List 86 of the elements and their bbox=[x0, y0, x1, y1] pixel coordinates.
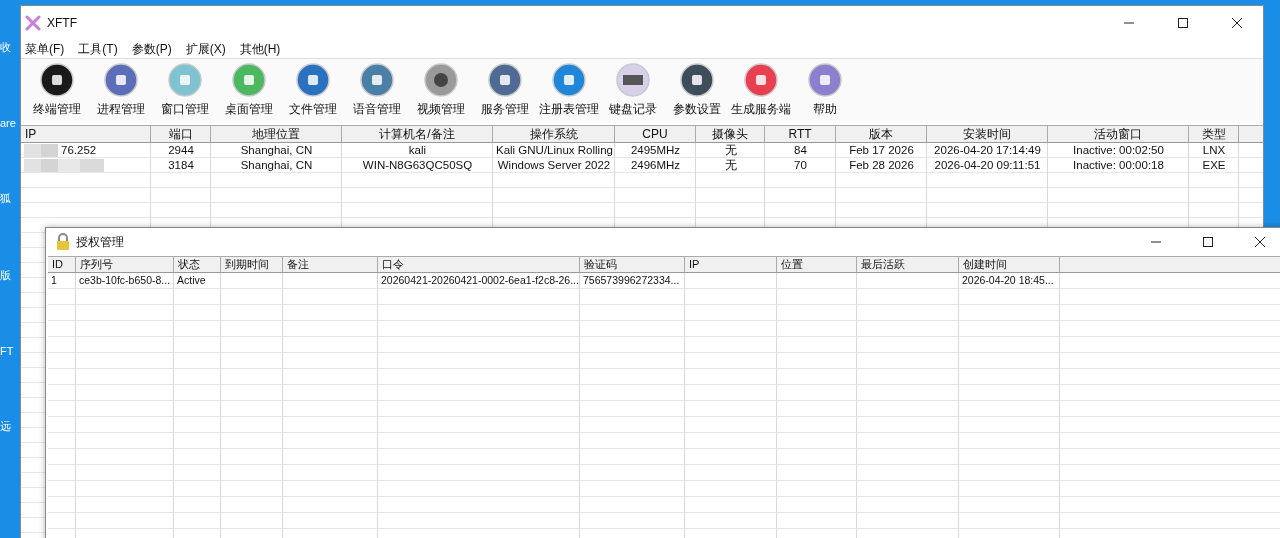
table-cell: 756573996272334... bbox=[583, 274, 680, 286]
toolbar-button[interactable]: 键盘记录 bbox=[601, 63, 665, 123]
toolbar-button[interactable]: 生成服务端 bbox=[729, 63, 793, 123]
table-cell: kali bbox=[408, 144, 427, 156]
lock-icon bbox=[54, 233, 72, 251]
column-header[interactable]: ID bbox=[48, 257, 76, 272]
table-cell: 84 bbox=[794, 144, 807, 156]
table-cell: WIN-N8G63QC50SQ bbox=[362, 159, 473, 171]
table-cell: Shanghai, CN bbox=[240, 144, 313, 156]
table-cell: Feb 28 2026 bbox=[849, 159, 914, 171]
table-cell: 20260421-20260421-0002-6ea1-f2c8-26... bbox=[381, 274, 579, 286]
menu-item[interactable]: 其他(H) bbox=[239, 40, 281, 58]
desktop-icon-label: 狐 bbox=[0, 191, 12, 206]
menu-item[interactable]: 工具(T) bbox=[78, 40, 118, 58]
desktop-icon-label: 版 bbox=[0, 268, 12, 283]
toolbar-button[interactable]: 服务管理 bbox=[473, 63, 537, 123]
table-cell: EXE bbox=[1202, 159, 1226, 171]
column-header[interactable]: 到期时间 bbox=[221, 257, 283, 272]
table-cell: Active bbox=[177, 274, 206, 286]
window-title: 授权管理 bbox=[76, 233, 124, 251]
table-cell: Windows Server 2022 bbox=[497, 159, 611, 171]
column-header[interactable]: 地理位置 bbox=[211, 126, 342, 142]
desktop-icon-label: 远 bbox=[0, 419, 12, 434]
table-cell: 2026-04-20 09:11:51 bbox=[934, 159, 1041, 171]
close-icon[interactable] bbox=[1254, 236, 1266, 248]
table-cell: 1 bbox=[51, 274, 57, 286]
table-cell: LNX bbox=[1202, 144, 1226, 156]
column-header[interactable]: 口令 bbox=[378, 257, 580, 272]
column-header[interactable]: 摄像头 bbox=[696, 126, 765, 142]
table-cell: 2944 bbox=[168, 144, 194, 156]
table-cell: 无 bbox=[724, 144, 737, 156]
toolbar-button[interactable]: 注册表管理 bbox=[537, 63, 601, 123]
column-header[interactable]: IP bbox=[21, 126, 151, 142]
column-header[interactable]: 安装时间 bbox=[927, 126, 1048, 142]
desktop-icon-label: FT bbox=[0, 345, 15, 357]
menu-item[interactable]: 菜单(F) bbox=[25, 40, 65, 58]
column-header[interactable]: 端口 bbox=[151, 126, 211, 142]
column-header[interactable]: 状态 bbox=[174, 257, 221, 272]
column-header[interactable]: 序列号 bbox=[76, 257, 174, 272]
toolbar-button[interactable]: 进程管理 bbox=[89, 63, 153, 123]
column-header[interactable]: RTT bbox=[765, 126, 836, 142]
table-cell: 2495MHz bbox=[630, 144, 681, 156]
maximize-icon[interactable] bbox=[1177, 17, 1189, 29]
toolbar-button[interactable]: 视频管理 bbox=[409, 63, 473, 123]
table-cell: Shanghai, CN bbox=[240, 159, 313, 171]
column-header[interactable]: IP bbox=[685, 257, 777, 272]
logo-icon bbox=[25, 15, 41, 31]
table-cell: 70 bbox=[794, 159, 807, 171]
column-header[interactable]: 验证码 bbox=[580, 257, 685, 272]
toolbar-button[interactable]: 参数设置 bbox=[665, 63, 729, 123]
menu-item[interactable]: 扩展(X) bbox=[185, 40, 226, 58]
table-cell: Feb 17 2026 bbox=[849, 144, 914, 156]
column-header[interactable]: 创建时间 bbox=[959, 257, 1060, 272]
toolbar-button[interactable]: 窗口管理 bbox=[153, 63, 217, 123]
column-header[interactable]: 活动窗口 bbox=[1048, 126, 1189, 142]
column-header[interactable]: 最后活跃 bbox=[857, 257, 959, 272]
table-cell: ce3b-10fc-b650-8... bbox=[79, 274, 171, 286]
toolbar-button[interactable]: 桌面管理 bbox=[217, 63, 281, 123]
column-header[interactable]: 类型 bbox=[1189, 126, 1239, 142]
camera-icon bbox=[424, 63, 458, 97]
menu-item[interactable]: 参数(P) bbox=[131, 40, 172, 58]
window-title: XFTF bbox=[47, 16, 77, 30]
table-cell: 2026-04-20 17:14:49 bbox=[934, 144, 1041, 156]
toolbar-button[interactable]: 终端管理 bbox=[25, 63, 89, 123]
desktop-icon-label: 收 bbox=[0, 40, 12, 55]
column-header[interactable]: 计算机名/备注 bbox=[342, 126, 493, 142]
table-cell: Inactive: 00:00:18 bbox=[1073, 159, 1164, 171]
table-cell: 2496MHz bbox=[630, 159, 681, 171]
toolbar-button[interactable]: 语音管理 bbox=[345, 63, 409, 123]
table-cell: Kali GNU/Linux Rolling bbox=[496, 144, 613, 156]
ip-address: 76.252 bbox=[61, 144, 97, 156]
toolbar-button[interactable]: 文件管理 bbox=[281, 63, 345, 123]
table-cell: 3184 bbox=[168, 159, 194, 171]
column-header[interactable]: 备注 bbox=[283, 257, 378, 272]
column-header[interactable]: 操作系统 bbox=[493, 126, 615, 142]
column-header[interactable]: CPU bbox=[615, 126, 696, 142]
maximize-icon[interactable] bbox=[1202, 236, 1214, 248]
close-icon[interactable] bbox=[1231, 17, 1243, 29]
toolbar-button[interactable]: 帮助 bbox=[793, 63, 857, 123]
column-header[interactable]: 位置 bbox=[777, 257, 857, 272]
keyboard-icon bbox=[616, 63, 650, 97]
column-header[interactable]: 版本 bbox=[836, 126, 927, 142]
table-cell: Inactive: 00:02:50 bbox=[1073, 144, 1164, 156]
table-cell: 2026-04-20 18:45... bbox=[962, 274, 1054, 286]
desktop-icon-label: are bbox=[0, 117, 17, 129]
table-cell: 无 bbox=[724, 159, 737, 171]
